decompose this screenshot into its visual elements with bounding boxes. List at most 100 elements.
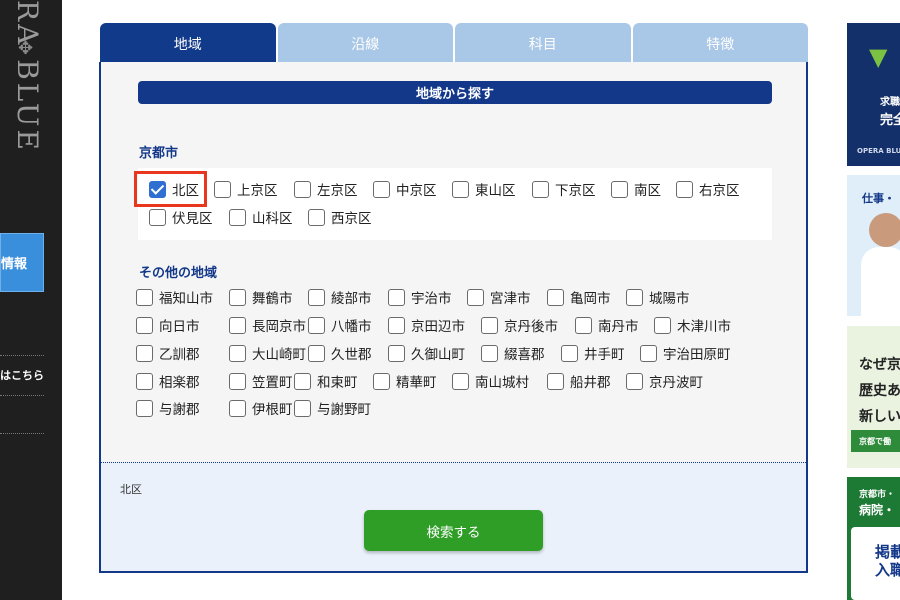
checkbox[interactable] bbox=[136, 288, 153, 306]
kyoto-ward-option[interactable]: 中京区 bbox=[373, 179, 437, 199]
checkbox[interactable] bbox=[676, 180, 693, 198]
kyoto-ward-option[interactable]: 東山区 bbox=[452, 179, 516, 199]
checkbox[interactable] bbox=[611, 180, 628, 198]
other-area-option[interactable]: 向日市 bbox=[136, 315, 200, 335]
checkbox[interactable] bbox=[136, 316, 153, 334]
other-area-option[interactable]: 京田辺市 bbox=[388, 315, 465, 335]
other-area-option[interactable]: 伊根町 bbox=[229, 398, 293, 418]
kyoto-ward-option[interactable]: 上京区 bbox=[214, 179, 278, 199]
checkbox[interactable] bbox=[294, 372, 311, 390]
checkbox[interactable] bbox=[626, 288, 643, 306]
ad-banner-4[interactable]: 京都市・ 病院・ 掲載 入職 bbox=[847, 477, 900, 600]
ad-text: OPERA BLU bbox=[857, 147, 900, 155]
tab-line[interactable]: 沿線 bbox=[277, 23, 453, 64]
other-area-option[interactable]: 大山崎町 bbox=[229, 343, 306, 363]
checkbox[interactable] bbox=[626, 372, 643, 390]
other-area-option[interactable]: 京丹後市 bbox=[481, 315, 558, 335]
other-area-option[interactable]: 城陽市 bbox=[626, 287, 690, 307]
other-area-option[interactable]: 長岡京市 bbox=[229, 315, 306, 335]
tab-feature[interactable]: 特徴 bbox=[632, 23, 808, 64]
checkbox[interactable] bbox=[640, 344, 657, 362]
tab-subject[interactable]: 科目 bbox=[455, 23, 631, 64]
other-area-option[interactable]: 久御山町 bbox=[388, 343, 465, 363]
other-area-option[interactable]: 精華町 bbox=[373, 371, 437, 391]
kyoto-ward-option[interactable]: 南区 bbox=[611, 179, 661, 199]
other-area-option[interactable]: 笠置町 bbox=[229, 371, 293, 391]
other-area-option[interactable]: 木津川市 bbox=[654, 315, 731, 335]
tab-area[interactable]: 地域 bbox=[100, 23, 276, 64]
kyoto-ward-option[interactable]: 伏見区 bbox=[149, 207, 213, 227]
checkbox[interactable] bbox=[575, 316, 592, 334]
checkbox[interactable] bbox=[229, 316, 246, 334]
checkbox[interactable] bbox=[547, 288, 564, 306]
other-area-option[interactable]: 舞鶴市 bbox=[229, 287, 293, 307]
checkbox-label: 京丹後市 bbox=[504, 319, 558, 335]
checkbox[interactable] bbox=[136, 372, 153, 390]
checkbox[interactable] bbox=[308, 316, 325, 334]
checkbox[interactable] bbox=[452, 372, 469, 390]
other-area-option[interactable]: 和束町 bbox=[294, 371, 358, 391]
search-button[interactable]: 検索する bbox=[364, 510, 543, 551]
other-area-option[interactable]: 八幡市 bbox=[308, 315, 372, 335]
other-area-option[interactable]: 宇治市 bbox=[388, 287, 452, 307]
other-area-option[interactable]: 京丹波町 bbox=[626, 371, 703, 391]
checkbox[interactable] bbox=[308, 208, 325, 226]
checkbox[interactable] bbox=[388, 344, 405, 362]
sidebar-link[interactable]: はこちら bbox=[0, 367, 44, 383]
checkbox[interactable] bbox=[229, 372, 246, 390]
checkbox[interactable] bbox=[136, 344, 153, 362]
ad-banner-2[interactable]: 仕事・ bbox=[847, 175, 900, 316]
checkbox[interactable] bbox=[452, 180, 469, 198]
ad-banner-1[interactable]: ▼ 求職 完全 OPERA BLU bbox=[847, 23, 900, 166]
kyoto-ward-option[interactable]: 山科区 bbox=[229, 207, 293, 227]
brand-logo[interactable]: ✥ RA BLUE bbox=[8, 0, 48, 160]
other-area-option[interactable]: 与謝郡 bbox=[136, 398, 200, 418]
checkbox[interactable] bbox=[481, 344, 498, 362]
checkbox-label: 与謝郡 bbox=[159, 402, 200, 418]
checkbox[interactable] bbox=[149, 208, 166, 226]
checkbox[interactable] bbox=[229, 344, 246, 362]
other-area-option[interactable]: 南山城村 bbox=[452, 371, 529, 391]
checkbox[interactable] bbox=[136, 399, 153, 417]
checkbox[interactable] bbox=[214, 180, 231, 198]
checkbox-label: 南山城村 bbox=[475, 375, 529, 391]
checkbox[interactable] bbox=[229, 208, 246, 226]
other-area-option[interactable]: 亀岡市 bbox=[547, 287, 611, 307]
checkbox[interactable] bbox=[388, 316, 405, 334]
checkbox[interactable] bbox=[373, 372, 390, 390]
other-area-option[interactable]: 井手町 bbox=[561, 343, 625, 363]
checkbox[interactable] bbox=[229, 288, 246, 306]
other-area-option[interactable]: 相楽郡 bbox=[136, 371, 200, 391]
ad-banner-3[interactable]: なぜ京 歴史あ 新しい 京都で働 bbox=[847, 326, 900, 468]
checkbox[interactable] bbox=[467, 288, 484, 306]
checkbox[interactable] bbox=[388, 288, 405, 306]
checkbox[interactable] bbox=[294, 399, 311, 417]
other-area-option[interactable]: 久世郡 bbox=[308, 343, 372, 363]
checkbox[interactable] bbox=[308, 344, 325, 362]
other-area-option[interactable]: 与謝野町 bbox=[294, 398, 371, 418]
kyoto-ward-option[interactable]: 右京区 bbox=[676, 179, 740, 199]
checkbox[interactable] bbox=[547, 372, 564, 390]
checkbox[interactable] bbox=[308, 288, 325, 306]
checkbox-label: 宮津市 bbox=[490, 291, 531, 307]
checkbox[interactable] bbox=[481, 316, 498, 334]
checkbox[interactable] bbox=[532, 180, 549, 198]
checkbox[interactable] bbox=[654, 316, 671, 334]
other-area-option[interactable]: 南丹市 bbox=[575, 315, 639, 335]
other-area-option[interactable]: 宇治田原町 bbox=[640, 343, 731, 363]
kyoto-ward-option[interactable]: 下京区 bbox=[532, 179, 596, 199]
other-area-option[interactable]: 綴喜郡 bbox=[481, 343, 545, 363]
kyoto-ward-option[interactable]: 左京区 bbox=[294, 179, 358, 199]
checkbox[interactable] bbox=[373, 180, 390, 198]
checkbox[interactable] bbox=[561, 344, 578, 362]
kyoto-ward-option[interactable]: 西京区 bbox=[308, 207, 372, 227]
other-area-option[interactable]: 乙訓郡 bbox=[136, 343, 200, 363]
other-area-option[interactable]: 船井郡 bbox=[547, 371, 611, 391]
checkbox[interactable] bbox=[229, 399, 246, 417]
job-info-button[interactable]: 情報 bbox=[0, 233, 44, 292]
other-area-option[interactable]: 綾部市 bbox=[308, 287, 372, 307]
checkbox-label: 与謝野町 bbox=[317, 402, 371, 418]
other-area-option[interactable]: 福知山市 bbox=[136, 287, 213, 307]
other-area-option[interactable]: 宮津市 bbox=[467, 287, 531, 307]
checkbox[interactable] bbox=[294, 180, 311, 198]
